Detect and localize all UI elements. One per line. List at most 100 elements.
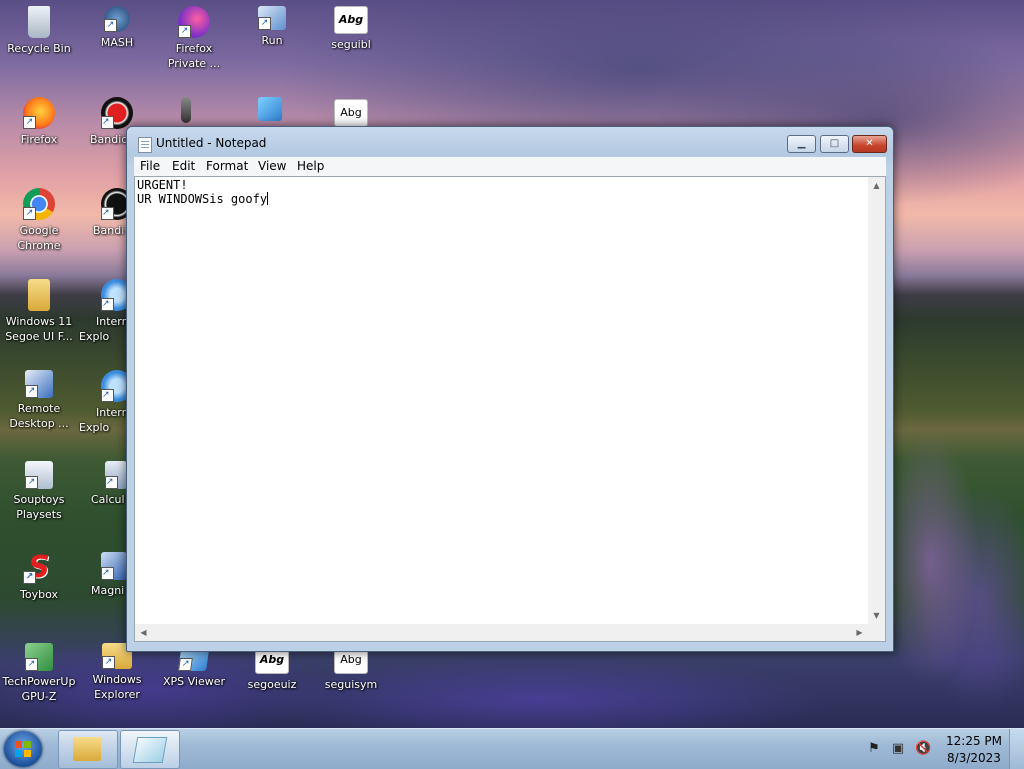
- desktop-icon-microphone[interactable]: [166, 97, 206, 126]
- chrome-icon: ↗: [23, 188, 55, 220]
- shortcut-arrow-icon: ↗: [23, 116, 36, 129]
- firefox-icon: ↗: [23, 97, 55, 129]
- editor-text-area[interactable]: URGENT! UR WINDOWSis goofy: [137, 179, 865, 624]
- scroll-right-arrow-icon[interactable]: ▶: [851, 624, 868, 641]
- windows-update-icon: [258, 97, 282, 121]
- menu-edit[interactable]: Edit: [172, 158, 195, 174]
- show-desktop-button[interactable]: [1009, 729, 1024, 769]
- desktop-icon-seguibl[interactable]: Abg seguibl: [313, 6, 389, 52]
- desktop-icon-label: segoeuiz: [247, 678, 297, 691]
- menu-file[interactable]: File: [140, 158, 160, 174]
- desktop-icon-google-chrome[interactable]: ↗ Google Chrome: [1, 188, 77, 253]
- shortcut-arrow-icon: ↗: [102, 656, 115, 669]
- vertical-scrollbar[interactable]: ▲ ▼: [868, 177, 885, 624]
- shortcut-arrow-icon: ↗: [258, 17, 271, 30]
- shortcut-arrow-icon: ↗: [101, 298, 114, 311]
- desktop-icon-label: seguisym: [324, 678, 378, 691]
- shortcut-arrow-icon: ↗: [25, 476, 38, 489]
- shortcut-arrow-icon: ↗: [23, 207, 36, 220]
- shortcut-arrow-icon: ↗: [23, 571, 36, 584]
- desktop-icon-label: Firefox Private ...: [167, 42, 221, 70]
- desktop-icon-souptoys-playsets[interactable]: ↗ Souptoys Playsets: [1, 461, 77, 522]
- scroll-left-arrow-icon[interactable]: ◀: [135, 624, 152, 641]
- close-icon: ✕: [865, 138, 874, 149]
- remote-desktop-icon: ↗: [25, 370, 53, 398]
- calculator-icon: ↗: [105, 461, 127, 489]
- toybox-icon: S ↗: [23, 552, 55, 584]
- microphone-icon: [181, 97, 191, 123]
- desktop-icon-seguisym[interactable]: Abg seguisym: [313, 646, 389, 692]
- shortcut-arrow-icon: ↗: [101, 389, 114, 402]
- shortcut-arrow-icon: ↗: [101, 116, 114, 129]
- maximize-button[interactable]: □: [820, 135, 849, 153]
- desktop-icon-label: Intern Explo: [79, 315, 129, 343]
- maximize-icon: □: [829, 138, 840, 149]
- desktop-icon-techpowerup-gpu-z[interactable]: ↗ TechPowerUp GPU-Z: [1, 643, 77, 704]
- shortcut-arrow-icon: ↗: [104, 19, 117, 32]
- desktop-icon-label: Bandic: [90, 133, 128, 146]
- text-line-2: UR WINDOWSis goofy: [137, 192, 268, 206]
- close-button[interactable]: ✕: [852, 135, 887, 153]
- minimize-button[interactable]: ▁: [787, 135, 816, 153]
- souptoys-icon: ↗: [25, 461, 53, 489]
- network-icon[interactable]: ▣: [890, 741, 906, 757]
- mash-icon: ↗: [104, 6, 130, 32]
- desktop-icon-label: Souptoys Playsets: [13, 493, 65, 521]
- run-icon: ↗: [258, 6, 286, 30]
- horizontal-scrollbar[interactable]: ◀ ▶: [135, 624, 868, 641]
- menu-view[interactable]: View: [258, 158, 286, 174]
- desktop: Recycle Bin ↗ MASH ↗ Firefox Private ...…: [0, 0, 1024, 728]
- desktop-icon-label: Intern Explo: [79, 406, 129, 434]
- title-bar[interactable]: Untitled - Notepad ▁ □ ✕: [127, 127, 893, 157]
- text-caret: [267, 192, 269, 205]
- firefox-private-icon: ↗: [178, 6, 210, 38]
- desktop-icon-mash[interactable]: ↗ MASH: [79, 6, 155, 50]
- notepad-icon: [132, 737, 168, 763]
- desktop-icon-label: Google Chrome: [17, 224, 61, 252]
- desktop-icon-label: Windows Explorer: [92, 673, 142, 701]
- menu-format[interactable]: Format: [206, 158, 248, 174]
- clock-time[interactable]: 12:25 PM: [946, 734, 1002, 748]
- scroll-down-arrow-icon[interactable]: ▼: [868, 607, 885, 624]
- clock-date[interactable]: 8/3/2023: [946, 751, 1002, 765]
- font-file-icon: Abg: [334, 6, 368, 34]
- notepad-window[interactable]: Untitled - Notepad ▁ □ ✕ File Edit Forma…: [126, 126, 894, 652]
- desktop-icon-label: Bandi: [93, 224, 125, 237]
- desktop-icon-toybox[interactable]: S ↗ Toybox: [1, 552, 77, 602]
- desktop-icon-label: Magni: [91, 584, 125, 597]
- taskbar-windows-explorer[interactable]: [58, 730, 118, 769]
- desktop-icon-segoeuiz[interactable]: Abg segoeuiz: [234, 646, 310, 692]
- bandicam-icon: ↗: [101, 97, 133, 129]
- desktop-icon-label: Windows 11 Segoe UI F...: [5, 315, 73, 343]
- volume-muted-icon[interactable]: 🔇: [915, 741, 931, 757]
- start-button[interactable]: [4, 731, 42, 767]
- text-line-1: URGENT!: [137, 178, 188, 192]
- notepad-icon: [138, 137, 152, 153]
- desktop-icon-label: Remote Desktop ...: [9, 402, 69, 430]
- shortcut-arrow-icon: ↗: [25, 385, 38, 398]
- desktop-icon-label: Recycle Bin: [7, 42, 71, 55]
- desktop-icon-firefox-private[interactable]: ↗ Firefox Private ...: [156, 6, 232, 71]
- desktop-icon-run[interactable]: ↗ Run: [234, 6, 310, 48]
- scroll-up-arrow-icon[interactable]: ▲: [868, 177, 885, 194]
- desktop-icon-label: Run: [261, 34, 283, 47]
- desktop-icon-firefox[interactable]: ↗ Firefox: [1, 97, 77, 147]
- desktop-icon-windows-update[interactable]: [250, 97, 290, 124]
- desktop-icon-label: Firefox: [20, 133, 58, 146]
- folder-icon: [28, 279, 50, 311]
- desktop-icon-windows-11-segoe-ui[interactable]: Windows 11 Segoe UI F...: [1, 279, 77, 344]
- resize-grip-icon[interactable]: [868, 624, 885, 641]
- action-center-flag-icon[interactable]: ⚑: [866, 741, 882, 757]
- shortcut-arrow-icon: ↗: [101, 207, 114, 220]
- text-editor[interactable]: URGENT! UR WINDOWSis goofy ▲ ▼ ◀ ▶: [134, 176, 886, 642]
- gpu-z-icon: ↗: [25, 643, 53, 671]
- shortcut-arrow-icon: ↗: [178, 658, 193, 671]
- desktop-icon-recycle-bin[interactable]: Recycle Bin: [1, 6, 77, 56]
- shortcut-arrow-icon: ↗: [178, 25, 191, 38]
- desktop-icon-label: TechPowerUp GPU-Z: [2, 675, 76, 703]
- desktop-icon-remote-desktop[interactable]: ↗ Remote Desktop ...: [1, 370, 77, 431]
- menu-help[interactable]: Help: [297, 158, 324, 174]
- desktop-icon-label: MASH: [100, 36, 134, 49]
- window-title: Untitled - Notepad: [156, 136, 267, 150]
- taskbar-notepad[interactable]: [120, 730, 180, 769]
